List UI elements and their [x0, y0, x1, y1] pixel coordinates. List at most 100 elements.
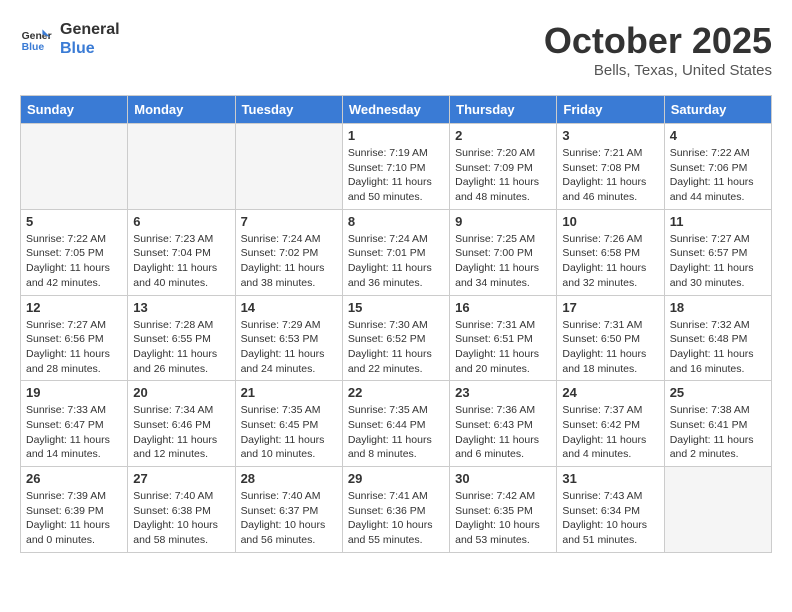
calendar-cell: 5 Sunrise: 7:22 AMSunset: 7:05 PMDaylight… [21, 209, 128, 295]
day-info: Sunrise: 7:24 AMSunset: 7:02 PMDaylight:… [241, 232, 337, 291]
calendar-cell: 31 Sunrise: 7:43 AMSunset: 6:34 PMDayligh… [557, 467, 664, 553]
day-info: Sunrise: 7:25 AMSunset: 7:00 PMDaylight:… [455, 232, 551, 291]
svg-text:General: General [22, 31, 52, 42]
day-number: 21 [241, 385, 337, 400]
calendar-cell: 8 Sunrise: 7:24 AMSunset: 7:01 PMDaylight… [342, 209, 449, 295]
day-info: Sunrise: 7:22 AMSunset: 7:05 PMDaylight:… [26, 232, 122, 291]
day-number: 14 [241, 300, 337, 315]
week-row-5: 26 Sunrise: 7:39 AMSunset: 6:39 PMDayligh… [21, 467, 772, 553]
week-row-1: 1 Sunrise: 7:19 AMSunset: 7:10 PMDaylight… [21, 124, 772, 210]
day-info: Sunrise: 7:29 AMSunset: 6:53 PMDaylight:… [241, 318, 337, 377]
calendar-cell: 17 Sunrise: 7:31 AMSunset: 6:50 PMDayligh… [557, 295, 664, 381]
day-number: 9 [455, 214, 551, 229]
day-number: 1 [348, 128, 444, 143]
logo-blue: Blue [60, 39, 120, 58]
calendar-cell: 7 Sunrise: 7:24 AMSunset: 7:02 PMDaylight… [235, 209, 342, 295]
day-info: Sunrise: 7:43 AMSunset: 6:34 PMDaylight:… [562, 489, 658, 548]
weekday-header-wednesday: Wednesday [342, 96, 449, 124]
day-info: Sunrise: 7:37 AMSunset: 6:42 PMDaylight:… [562, 403, 658, 462]
calendar-cell: 12 Sunrise: 7:27 AMSunset: 6:56 PMDayligh… [21, 295, 128, 381]
svg-text:Blue: Blue [22, 42, 45, 53]
day-info: Sunrise: 7:34 AMSunset: 6:46 PMDaylight:… [133, 403, 229, 462]
calendar-cell: 1 Sunrise: 7:19 AMSunset: 7:10 PMDaylight… [342, 124, 449, 210]
weekday-header-friday: Friday [557, 96, 664, 124]
calendar-cell: 25Sunrise: 7:38 AMSunset: 6:41 PMDayligh… [664, 381, 771, 467]
day-number: 25 [670, 385, 766, 400]
calendar-cell: 29Sunrise: 7:41 AMSunset: 6:36 PMDayligh… [342, 467, 449, 553]
calendar-cell: 10Sunrise: 7:26 AMSunset: 6:58 PMDayligh… [557, 209, 664, 295]
day-info: Sunrise: 7:40 AMSunset: 6:37 PMDaylight:… [241, 489, 337, 548]
day-info: Sunrise: 7:36 AMSunset: 6:43 PMDaylight:… [455, 403, 551, 462]
calendar-cell: 28 Sunrise: 7:40 AMSunset: 6:37 PMDayligh… [235, 467, 342, 553]
calendar-cell: 9 Sunrise: 7:25 AMSunset: 7:00 PMDaylight… [450, 209, 557, 295]
day-number: 7 [241, 214, 337, 229]
calendar-cell [128, 124, 235, 210]
weekday-header-thursday: Thursday [450, 96, 557, 124]
calendar-cell: 13 Sunrise: 7:28 AMSunset: 6:55 PMDayligh… [128, 295, 235, 381]
week-row-4: 19Sunrise: 7:33 AMSunset: 6:47 PMDayligh… [21, 381, 772, 467]
day-number: 10 [562, 214, 658, 229]
day-info: Sunrise: 7:24 AMSunset: 7:01 PMDaylight:… [348, 232, 444, 291]
logo: General Blue General Blue [20, 20, 120, 58]
day-info: Sunrise: 7:28 AMSunset: 6:55 PMDaylight:… [133, 318, 229, 377]
title-block: October 2025 Bells, Texas, United States [544, 20, 772, 79]
day-number: 3 [562, 128, 658, 143]
day-number: 26 [26, 471, 122, 486]
calendar-cell [235, 124, 342, 210]
month-title: October 2025 [544, 20, 772, 62]
day-info: Sunrise: 7:21 AMSunset: 7:08 PMDaylight:… [562, 146, 658, 205]
logo-general: General [60, 20, 120, 39]
day-info: Sunrise: 7:20 AMSunset: 7:09 PMDaylight:… [455, 146, 551, 205]
calendar-cell: 6Sunrise: 7:23 AMSunset: 7:04 PMDaylight… [128, 209, 235, 295]
day-info: Sunrise: 7:31 AMSunset: 6:51 PMDaylight:… [455, 318, 551, 377]
day-number: 17 [562, 300, 658, 315]
day-number: 23 [455, 385, 551, 400]
page-header: General Blue General Blue October 2025 B… [20, 20, 772, 79]
day-info: Sunrise: 7:23 AMSunset: 7:04 PMDaylight:… [133, 232, 229, 291]
day-number: 31 [562, 471, 658, 486]
day-info: Sunrise: 7:39 AMSunset: 6:39 PMDaylight:… [26, 489, 122, 548]
calendar-cell: 20 Sunrise: 7:34 AMSunset: 6:46 PMDayligh… [128, 381, 235, 467]
day-info: Sunrise: 7:27 AMSunset: 6:57 PMDaylight:… [670, 232, 766, 291]
day-number: 20 [133, 385, 229, 400]
weekday-header-tuesday: Tuesday [235, 96, 342, 124]
weekday-header-monday: Monday [128, 96, 235, 124]
calendar-cell: 16 Sunrise: 7:31 AMSunset: 6:51 PMDayligh… [450, 295, 557, 381]
day-info: Sunrise: 7:42 AMSunset: 6:35 PMDaylight:… [455, 489, 551, 548]
day-info: Sunrise: 7:31 AMSunset: 6:50 PMDaylight:… [562, 318, 658, 377]
calendar-cell [664, 467, 771, 553]
calendar-cell: 23 Sunrise: 7:36 AMSunset: 6:43 PMDayligh… [450, 381, 557, 467]
day-number: 16 [455, 300, 551, 315]
weekday-header-sunday: Sunday [21, 96, 128, 124]
calendar-cell: 2Sunrise: 7:20 AMSunset: 7:09 PMDaylight… [450, 124, 557, 210]
calendar-cell: 4Sunrise: 7:22 AMSunset: 7:06 PMDaylight… [664, 124, 771, 210]
calendar-cell: 14 Sunrise: 7:29 AMSunset: 6:53 PMDayligh… [235, 295, 342, 381]
day-number: 29 [348, 471, 444, 486]
calendar-cell: 22Sunrise: 7:35 AMSunset: 6:44 PMDayligh… [342, 381, 449, 467]
day-number: 18 [670, 300, 766, 315]
calendar-cell: 15Sunrise: 7:30 AMSunset: 6:52 PMDayligh… [342, 295, 449, 381]
weekday-header-saturday: Saturday [664, 96, 771, 124]
day-number: 5 [26, 214, 122, 229]
day-info: Sunrise: 7:19 AMSunset: 7:10 PMDaylight:… [348, 146, 444, 205]
calendar-cell: 21Sunrise: 7:35 AMSunset: 6:45 PMDayligh… [235, 381, 342, 467]
day-number: 28 [241, 471, 337, 486]
day-number: 19 [26, 385, 122, 400]
day-info: Sunrise: 7:40 AMSunset: 6:38 PMDaylight:… [133, 489, 229, 548]
day-number: 12 [26, 300, 122, 315]
day-info: Sunrise: 7:22 AMSunset: 7:06 PMDaylight:… [670, 146, 766, 205]
calendar-table: SundayMondayTuesdayWednesdayThursdayFrid… [20, 95, 772, 553]
calendar-cell: 19Sunrise: 7:33 AMSunset: 6:47 PMDayligh… [21, 381, 128, 467]
week-row-3: 12 Sunrise: 7:27 AMSunset: 6:56 PMDayligh… [21, 295, 772, 381]
calendar-cell: 3 Sunrise: 7:21 AMSunset: 7:08 PMDaylight… [557, 124, 664, 210]
day-number: 15 [348, 300, 444, 315]
location-subtitle: Bells, Texas, United States [544, 62, 772, 79]
day-info: Sunrise: 7:27 AMSunset: 6:56 PMDaylight:… [26, 318, 122, 377]
day-info: Sunrise: 7:35 AMSunset: 6:44 PMDaylight:… [348, 403, 444, 462]
day-number: 8 [348, 214, 444, 229]
day-number: 27 [133, 471, 229, 486]
logo-icon: General Blue [20, 23, 52, 55]
calendar-cell [21, 124, 128, 210]
calendar-cell: 11Sunrise: 7:27 AMSunset: 6:57 PMDayligh… [664, 209, 771, 295]
day-number: 13 [133, 300, 229, 315]
